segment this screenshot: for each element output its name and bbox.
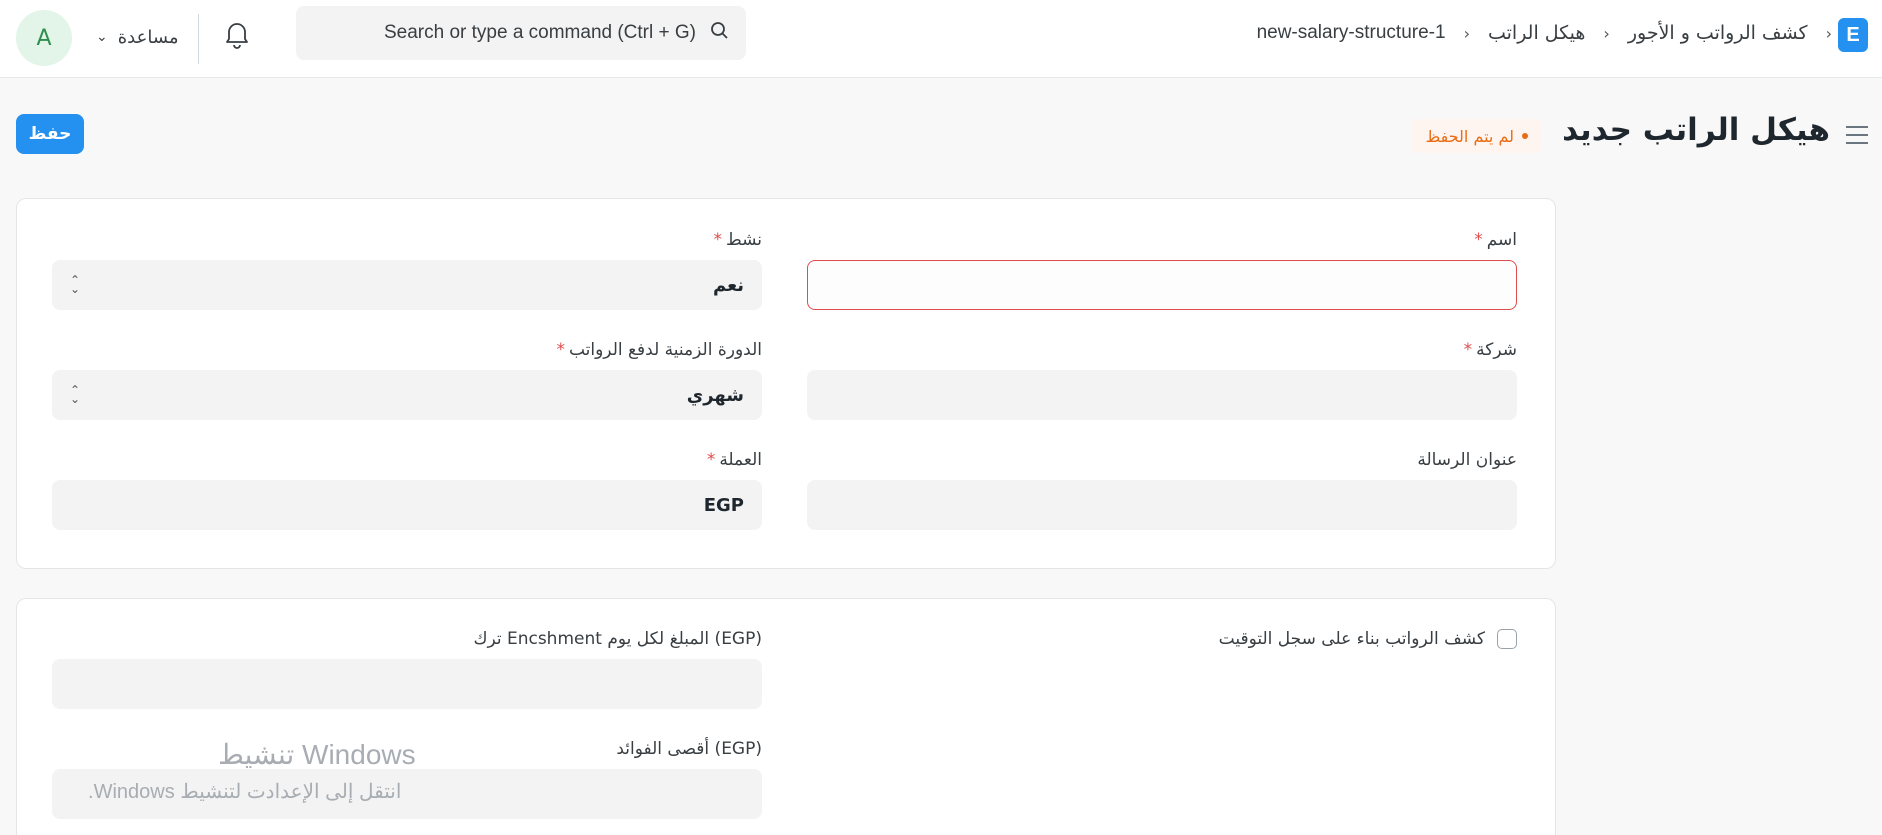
breadcrumb-separator-icon: › [1603, 23, 1610, 43]
company-input[interactable] [807, 370, 1517, 420]
timesheet-checkbox-row[interactable]: كشف الرواتب بناء على سجل التوقيت [1219, 629, 1517, 649]
navbar-divider [198, 14, 199, 64]
payroll-frequency-value: شهري [686, 384, 744, 406]
select-arrows-icon: ⌃ ⌄ [70, 273, 81, 296]
help-dropdown[interactable]: ⌄ مساعدة [96, 22, 179, 52]
letter-head-input[interactable] [807, 480, 1517, 530]
active-value: نعم [712, 274, 744, 296]
timesheet-checkbox-label: كشف الرواتب بناء على سجل التوقيت [1218, 629, 1485, 649]
leave-encashment-input[interactable] [52, 659, 762, 709]
company-label: * شركة [1463, 340, 1517, 360]
notifications-bell-icon[interactable] [222, 18, 252, 50]
company-field: * شركة [807, 340, 1517, 420]
save-button[interactable]: حفظ [16, 114, 84, 154]
name-field: * اسم [807, 230, 1517, 310]
letter-head-field: عنوان الرسالة [807, 450, 1517, 530]
active-label: * نشط [713, 230, 762, 250]
user-avatar[interactable]: A [16, 10, 72, 66]
name-label: * اسم [1474, 230, 1517, 250]
letter-head-label: عنوان الرسالة [1417, 450, 1517, 470]
breadcrumb: › كشف الرواتب و الأجور › هيكل الراتب › n… [1257, 18, 1832, 48]
windows-watermark-subtitle: انتقل إلى الإعدادت لتنشيط Windows. [88, 781, 402, 803]
timesheet-checkbox[interactable] [1497, 629, 1517, 649]
breadcrumb-current-doc[interactable]: new-salary-structure-1 [1257, 22, 1446, 44]
currency-label: * العملة [706, 450, 762, 470]
status-text: لم يتم الحفظ [1425, 126, 1514, 146]
payroll-frequency-field: * الدورة الزمنية لدفع الرواتب ⌃ ⌄ شهري [52, 340, 762, 420]
active-field: * نشط ⌃ ⌄ نعم [52, 230, 762, 310]
breadcrumb-payroll[interactable]: كشف الرواتب و الأجور [1628, 22, 1808, 44]
currency-input[interactable]: EGP [52, 480, 762, 530]
payroll-frequency-select[interactable]: ⌃ ⌄ شهري [52, 370, 762, 420]
search-placeholder: Search or type a command (Ctrl + G) [383, 22, 696, 43]
app-logo[interactable]: E [1838, 18, 1868, 52]
status-dot-icon [1522, 133, 1528, 139]
sidebar-toggle-icon[interactable] [1844, 124, 1870, 146]
status-badge: لم يتم الحفظ [1411, 119, 1542, 153]
top-navbar: A ⌄ مساعدة Search or type a command (Ctr… [0, 0, 1882, 78]
max-benefits-label: أقصى الفوائد (EGP) [616, 739, 762, 759]
breadcrumb-separator-icon: › [1825, 23, 1832, 43]
search-icon [710, 21, 730, 45]
help-label: مساعدة [117, 26, 179, 48]
breadcrumb-separator-icon: › [1463, 23, 1470, 43]
leave-encashment-field: ترك Encshment المبلغ لكل يوم (EGP) [52, 629, 762, 709]
breadcrumb-salary-structure[interactable]: هيكل الراتب [1488, 22, 1585, 44]
windows-watermark-title: تنشيط Windows [218, 739, 416, 770]
select-arrows-icon: ⌃ ⌄ [70, 383, 81, 406]
leave-encashment-label: ترك Encshment المبلغ لكل يوم (EGP) [473, 629, 762, 649]
currency-field: * العملة EGP [52, 450, 762, 530]
payroll-frequency-label: * الدورة الزمنية لدفع الرواتب [556, 340, 762, 360]
name-input[interactable] [807, 260, 1517, 310]
search-bar[interactable]: Search or type a command (Ctrl + G) [296, 6, 746, 60]
main-form-section: * اسم * نشط ⌃ ⌄ نعم * شركة * الدورة الزمنية ل… [16, 198, 1556, 569]
active-select[interactable]: ⌃ ⌄ نعم [52, 260, 762, 310]
page-title: هيكل الراتب جديد [1562, 112, 1830, 148]
chevron-down-icon: ⌄ [96, 29, 108, 45]
